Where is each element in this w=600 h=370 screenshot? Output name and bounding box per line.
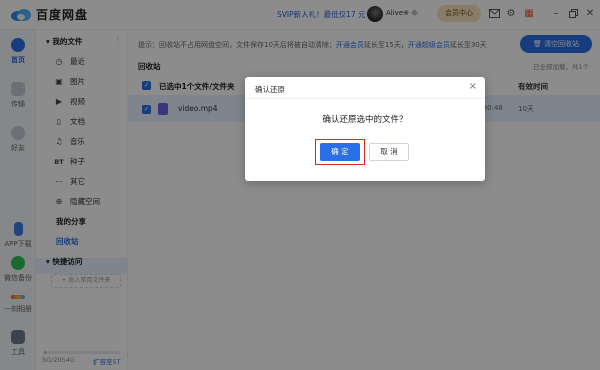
confirm-button[interactable]: 确 定 bbox=[320, 143, 360, 161]
close-icon[interactable]: × bbox=[469, 81, 477, 92]
dialog-divider bbox=[245, 98, 485, 99]
dialog-title: 确认还原 bbox=[255, 85, 285, 94]
cancel-button[interactable]: 取 消 bbox=[369, 143, 409, 161]
dialog-message: 确认还原选中的文件？ bbox=[322, 115, 408, 125]
modal-overlay bbox=[0, 0, 600, 370]
confirm-restore-dialog: 确认还原 × 确认还原选中的文件？ 确 定 取 消 bbox=[245, 77, 485, 181]
